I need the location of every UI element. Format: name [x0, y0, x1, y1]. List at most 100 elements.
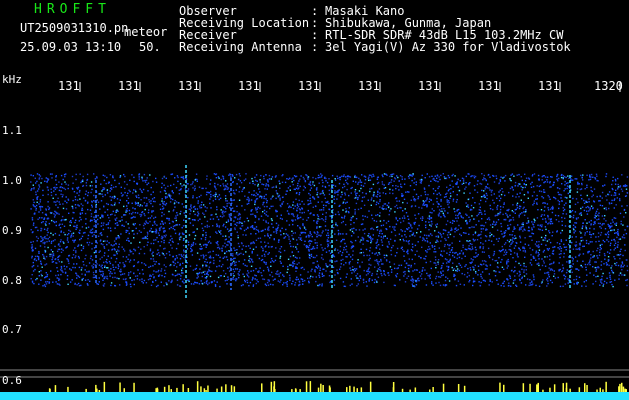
noise-pixel: [432, 178, 434, 180]
noise-pixel: [215, 188, 217, 190]
noise-pixel: [160, 270, 162, 272]
noise-pixel: [312, 214, 315, 216]
noise-pixel: [610, 229, 612, 232]
noise-pixel: [617, 183, 619, 186]
noise-pixel: [315, 266, 317, 268]
noise-pixel: [595, 280, 597, 283]
noise-pixel: [80, 181, 82, 184]
noise-pixel: [344, 202, 347, 204]
noise-pixel: [575, 275, 578, 278]
noise-pixel: [286, 280, 288, 283]
noise-pixel: [202, 257, 205, 259]
noise-pixel: [368, 263, 370, 266]
noise-pixel: [479, 206, 481, 208]
noise-pixel: [562, 210, 565, 212]
noise-pixel: [293, 179, 295, 182]
noise-pixel: [567, 175, 569, 177]
noise-pixel: [187, 188, 190, 190]
noise-pixel: [296, 203, 299, 205]
noise-pixel: [517, 183, 520, 185]
noise-pixel: [543, 262, 545, 264]
noise-pixel: [180, 210, 182, 213]
noise-pixel: [132, 265, 135, 268]
noise-pixel: [548, 218, 550, 220]
noise-pixel: [206, 276, 208, 278]
noise-pixel: [567, 182, 569, 184]
noise-pixel: [599, 249, 601, 251]
noise-pixel: [42, 254, 44, 256]
noise-pixel: [442, 262, 444, 265]
noise-pixel: [418, 206, 420, 209]
noise-pixel: [493, 193, 495, 195]
noise-pixel: [273, 231, 275, 233]
noise-pixel: [36, 255, 39, 257]
noise-pixel: [515, 285, 518, 287]
noise-pixel: [625, 212, 627, 214]
noise-pixel: [206, 220, 209, 223]
noise-pixel: [303, 226, 306, 228]
noise-pixel: [146, 183, 148, 186]
noise-pixel: [342, 258, 344, 261]
noise-pixel: [516, 204, 518, 207]
noise-pixel: [105, 182, 107, 185]
noise-pixel: [116, 222, 118, 224]
noise-pixel: [518, 216, 520, 218]
noise-pixel: [397, 267, 399, 269]
noise-pixel: [72, 207, 74, 210]
noise-pixel: [51, 253, 53, 256]
noise-pixel: [308, 280, 310, 283]
noise-pixel: [456, 270, 458, 272]
noise-pixel: [420, 194, 422, 197]
noise-pixel: [236, 268, 239, 270]
noise-pixel: [429, 277, 431, 279]
noise-pixel: [386, 237, 388, 240]
noise-pixel: [538, 240, 540, 243]
noise-pixel: [553, 273, 556, 275]
noise-pixel: [516, 193, 518, 195]
noise-pixel: [127, 202, 130, 205]
noise-pixel: [429, 224, 431, 226]
noise-pixel: [561, 270, 563, 273]
noise-pixel: [140, 214, 143, 216]
noise-pixel: [619, 198, 621, 200]
noise-pixel: [528, 178, 531, 180]
noise-pixel: [579, 247, 581, 249]
noise-pixel: [489, 264, 492, 266]
noise-pixel: [103, 277, 106, 280]
noise-pixel: [483, 177, 485, 179]
noise-pixel: [155, 261, 157, 263]
noise-pixel: [449, 184, 451, 186]
noise-pixel: [159, 229, 161, 231]
noise-pixel: [580, 264, 582, 267]
noise-pixel: [178, 253, 180, 256]
noise-pixel: [492, 254, 495, 257]
noise-pixel: [542, 239, 544, 241]
noise-pixel: [618, 274, 620, 276]
noise-pixel: [242, 187, 245, 189]
noise-pixel: [494, 270, 497, 273]
noise-pixel: [75, 219, 77, 221]
noise-pixel: [576, 260, 579, 262]
noise-pixel: [317, 196, 319, 198]
noise-pixel: [469, 243, 472, 245]
noise-pixel: [453, 268, 455, 270]
noise-pixel: [251, 225, 254, 227]
noise-pixel: [133, 259, 135, 261]
noise-pixel: [307, 178, 309, 180]
noise-pixel: [263, 197, 265, 200]
noise-pixel: [224, 235, 227, 237]
noise-pixel: [303, 243, 306, 246]
noise-pixel: [166, 196, 168, 198]
noise-pixel: [275, 210, 277, 213]
noise-pixel: [566, 187, 568, 190]
noise-pixel: [358, 177, 360, 180]
noise-pixel: [175, 247, 178, 250]
noise-pixel: [97, 283, 99, 285]
noise-pixel: [168, 210, 170, 213]
noise-pixel: [51, 261, 54, 263]
noise-pixel: [243, 275, 245, 278]
noise-pixel: [361, 223, 364, 225]
noise-pixel: [300, 231, 302, 234]
noise-pixel: [378, 235, 380, 237]
noise-pixel: [626, 185, 628, 187]
